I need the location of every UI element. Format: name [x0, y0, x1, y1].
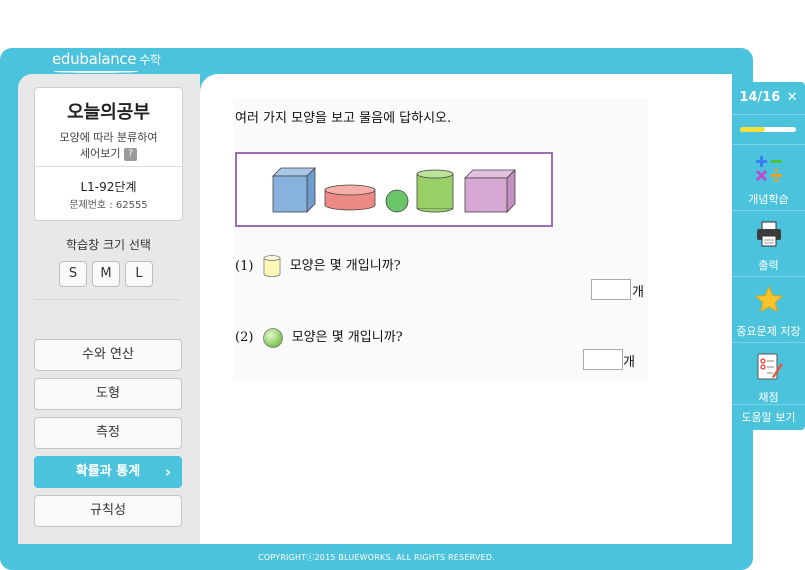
answer-2-input[interactable] — [583, 349, 623, 370]
question-1-text: 모양은 몇 개입니까? — [289, 258, 401, 274]
cylinder-icon — [263, 255, 280, 277]
logo-text: edubalance — [52, 50, 137, 68]
question-2-text: 모양은 몇 개입니까? — [291, 330, 403, 345]
progress-bar — [732, 114, 805, 144]
copyright-text: COPYRIGHTⓒ2015 BLUEWORKS. ALL RIGHTS RES… — [258, 553, 495, 562]
chevron-right-icon: › — [164, 463, 171, 481]
menu-label: 도형 — [96, 386, 120, 401]
green-sphere-shape — [385, 189, 409, 213]
grading-button[interactable]: 채점 — [732, 342, 805, 408]
help-icon[interactable]: ? — [123, 147, 137, 161]
progress-track — [740, 127, 796, 132]
help-label: 도움말 보기 — [741, 411, 796, 424]
pink-cube-shape — [464, 169, 516, 213]
menu-measurement[interactable]: 측정 — [34, 417, 182, 449]
star-icon — [754, 285, 784, 313]
menu-label: 측정 — [96, 425, 120, 440]
lesson-step: L1-92단계 — [80, 180, 137, 194]
tool-label: 채점 — [758, 391, 779, 404]
size-l-button[interactable]: L — [125, 261, 153, 287]
question-counter: 14/16 ✕ — [732, 82, 805, 114]
menu-geometry[interactable]: 도형 — [34, 378, 182, 410]
tool-label: 중요문제 저장 — [736, 325, 801, 338]
logo: edubalance 수학 — [52, 50, 161, 68]
lesson-subtitle: 모양에 따라 분류하여 세어보기 ? — [35, 130, 182, 162]
size-m-button[interactable]: M — [92, 261, 120, 287]
logo-subject: 수학 — [139, 53, 161, 67]
menu-probability-statistics[interactable]: 확률과 통계 › — [34, 456, 182, 488]
grading-icon — [757, 353, 783, 380]
card-divider — [35, 166, 182, 167]
shapes-illustration — [272, 167, 516, 213]
shape-figure-box — [235, 152, 553, 227]
question-1-number: (1) — [235, 258, 254, 274]
logo-swoosh — [54, 70, 138, 73]
menu-number-operations[interactable]: 수와 연산 — [34, 339, 182, 371]
right-toolbar: 14/16 ✕ 개념학습 출력 중요문제 저장 채점 도움말 보기 — [732, 82, 805, 430]
save-important-button[interactable]: 중요문제 저장 — [732, 276, 805, 342]
help-button[interactable]: 도움말 보기 — [732, 404, 805, 430]
blue-cube-shape — [272, 167, 316, 213]
lesson-subtitle-line2: 세어보기 — [80, 147, 121, 160]
question-2-number: (2) — [235, 330, 254, 345]
sidebar-divider — [34, 299, 181, 300]
red-cylinder-shape — [324, 184, 376, 211]
concept-learning-button[interactable]: 개념학습 — [732, 144, 805, 210]
menu-label: 확률과 통계 — [75, 464, 141, 479]
answer-2-unit: 개 — [623, 355, 635, 370]
printer-icon — [757, 221, 781, 247]
answer-1-input[interactable] — [591, 279, 631, 300]
question-2: (2) 모양은 몇 개입니까? — [235, 326, 403, 349]
question-instruction: 여러 가지 모양을 보고 물음에 답하시오. — [235, 111, 452, 126]
green-cylinder-shape — [416, 169, 454, 213]
sphere-icon — [262, 327, 283, 348]
close-icon[interactable]: ✕ — [787, 90, 798, 105]
problem-number: 문제번호 : 62555 — [69, 200, 148, 211]
menu-patterns[interactable]: 규칙성 — [34, 495, 182, 527]
size-select-label: 학습창 크기 선택 — [66, 238, 151, 252]
size-s-button[interactable]: S — [59, 261, 87, 287]
progress-fill — [740, 127, 766, 132]
tool-label: 개념학습 — [748, 193, 789, 206]
lesson-title: 오늘의공부 — [67, 102, 150, 123]
tool-label: 출력 — [758, 259, 779, 272]
lesson-subtitle-line1: 모양에 따라 분류하여 — [59, 131, 158, 144]
menu-label: 수와 연산 — [82, 347, 134, 362]
math-operators-icon — [755, 156, 782, 183]
lesson-card: 오늘의공부 모양에 따라 분류하여 세어보기 ? L1-92단계 문제번호 : … — [34, 87, 183, 221]
menu-label: 규칙성 — [90, 503, 126, 518]
question-1: (1) 모양은 몇 개입니까? — [235, 254, 401, 278]
counter-text: 14/16 — [739, 90, 781, 105]
answer-1-unit: 개 — [632, 285, 644, 300]
print-button[interactable]: 출력 — [732, 210, 805, 276]
